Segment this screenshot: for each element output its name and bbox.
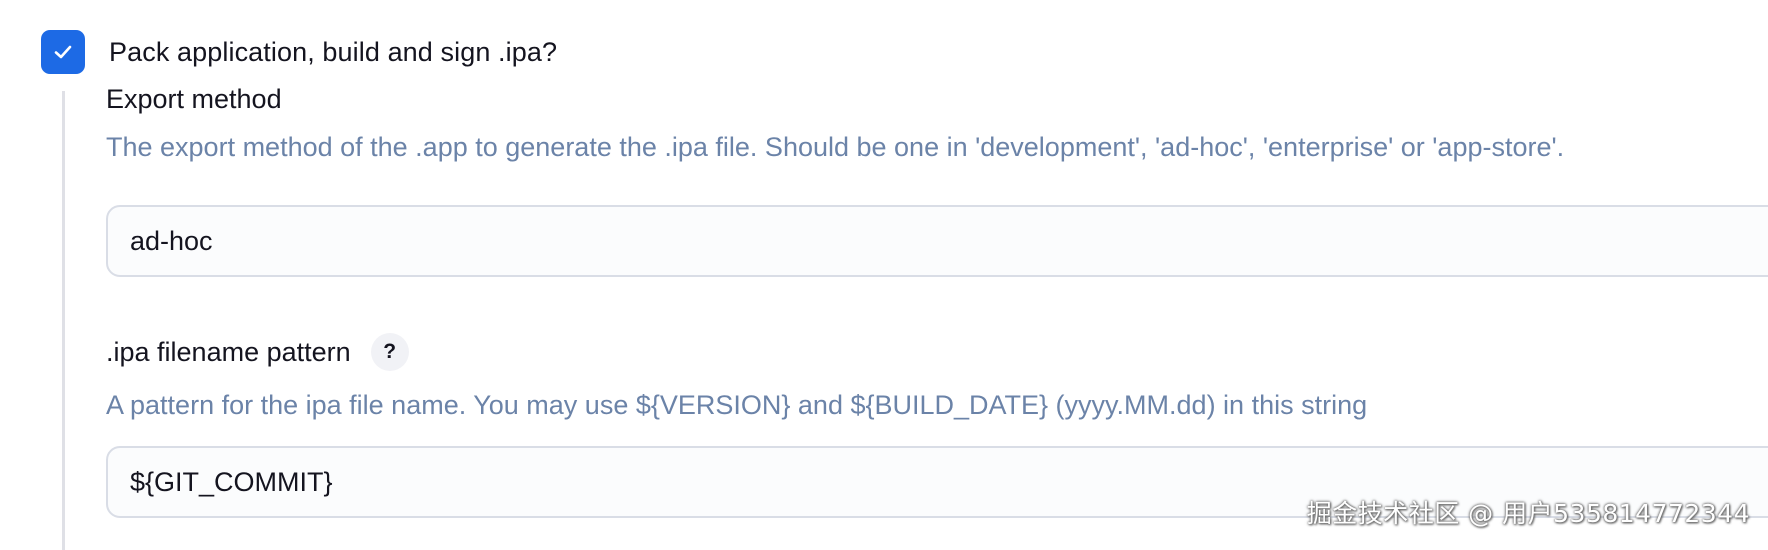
checkmark-icon (54, 45, 72, 59)
ipa-filename-title-row: .ipa filename pattern ? (106, 333, 409, 371)
ipa-filename-description: A pattern for the ipa file name. You may… (106, 390, 1368, 420)
export-method-input[interactable] (106, 205, 1768, 277)
pack-checkbox[interactable] (41, 30, 85, 74)
export-method-description: The export method of the .app to generat… (106, 132, 1565, 162)
help-button[interactable]: ? (370, 333, 409, 371)
nested-section-indicator (62, 91, 65, 550)
build-settings-panel: Pack application, build and sign .ipa? E… (0, 0, 1768, 550)
ipa-filename-title: .ipa filename pattern (106, 336, 351, 367)
pack-option-row: Pack application, build and sign .ipa? (41, 30, 557, 74)
watermark: 掘金技术社区 @ 用户535814772344 (1306, 499, 1750, 528)
export-method-title: Export method (106, 84, 282, 114)
pack-checkbox-label[interactable]: Pack application, build and sign .ipa? (109, 37, 557, 68)
